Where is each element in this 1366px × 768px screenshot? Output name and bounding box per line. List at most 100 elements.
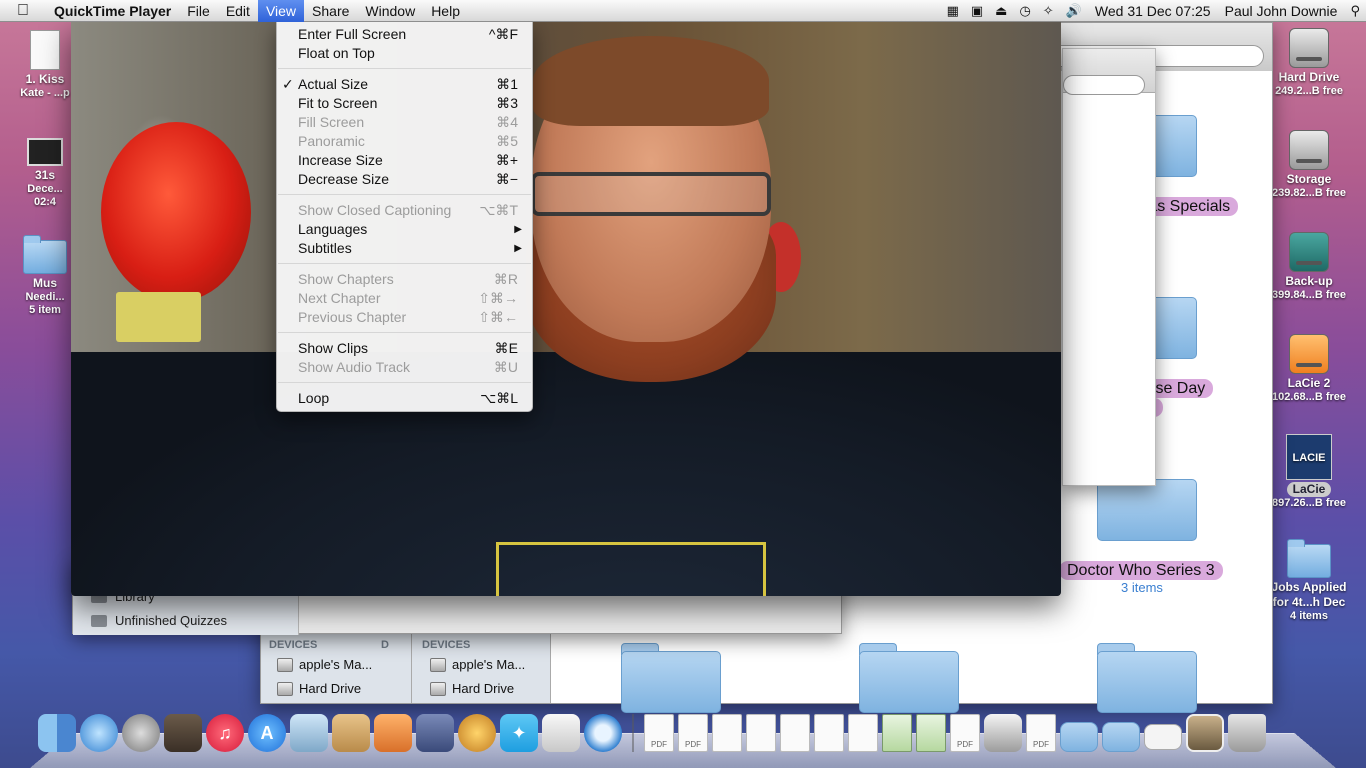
clock[interactable]: Wed 31 Dec 07:25 [1088, 3, 1218, 19]
video-frame-glasses [531, 172, 771, 216]
apple-menu-icon[interactable]:  [0, 2, 46, 20]
finder-icon[interactable] [38, 714, 76, 752]
quicktime-icon[interactable] [584, 714, 622, 752]
menu-item-actual-size[interactable]: ✓ Actual Size ⌘1 [277, 75, 532, 94]
free-space: 102.68...B free [1272, 391, 1346, 403]
menu-share[interactable]: Share [304, 0, 357, 22]
menu-help[interactable]: Help [423, 0, 468, 22]
preview-icon[interactable] [290, 714, 328, 752]
sidebar-item-apples-mac[interactable]: apple's Ma... [277, 657, 372, 672]
menu-item-label: Show Audio Track [298, 359, 411, 375]
spreadsheet-icon[interactable] [882, 714, 912, 752]
textedit-icon[interactable] [542, 714, 580, 752]
menu-view[interactable]: View [257, 0, 305, 22]
menu-item-label: Show Chapters [298, 271, 394, 287]
archive-utility-icon[interactable] [332, 714, 370, 752]
spreadsheet-icon[interactable] [916, 714, 946, 752]
desktop-drive-lacie-2[interactable]: LaCie 2 102.68...B free [1264, 334, 1354, 404]
free-space: 239.82...B free [1272, 187, 1346, 199]
desktop-drive-lacie[interactable]: LACIE LaCie 897.26...B free [1264, 434, 1354, 510]
document-icon[interactable] [780, 714, 810, 752]
firewire-drive-icon [1289, 334, 1329, 374]
folder-bottom-2[interactable] [859, 641, 959, 713]
document-icon[interactable] [712, 714, 742, 752]
launchpad-icon[interactable] [122, 714, 160, 752]
itunes-icon[interactable]: ♫ [206, 714, 244, 752]
pdf-document-icon[interactable]: PDF [950, 714, 980, 752]
ink-icon[interactable] [416, 714, 454, 752]
folder-bottom-1[interactable] [621, 641, 721, 713]
user-name[interactable]: Paul John Downie [1218, 3, 1345, 19]
volume-icon[interactable]: 🔊 [1060, 3, 1088, 19]
app-menu[interactable]: QuickTime Player [46, 0, 179, 22]
finder-window-mid[interactable] [1062, 48, 1156, 486]
menu-file[interactable]: File [179, 0, 218, 22]
finder-toolbar [1063, 49, 1155, 95]
menu-item-subtitles[interactable]: Subtitles ▶ [277, 239, 532, 258]
photo-booth-icon[interactable] [164, 714, 202, 752]
pdf-document-icon[interactable]: PDF [678, 714, 708, 752]
folder-label[interactable]: Doctor Who Series 3 [1059, 561, 1223, 580]
menu-item-float-on-top[interactable]: Float on Top [277, 44, 532, 63]
document-icon[interactable] [814, 714, 844, 752]
menu-item-shortcut: ⌘+ [495, 152, 518, 168]
menu-item-shortcut: ⌘− [495, 171, 518, 187]
calendar-icon[interactable]: ▦ [941, 3, 965, 19]
sidebar-item-apples-mac-2[interactable]: apple's Ma... [430, 657, 525, 672]
menu-item-shortcut: ⌘5 [496, 133, 518, 149]
menu-item-increase-size[interactable]: Increase Size ⌘+ [277, 151, 532, 170]
hard-drive-icon [277, 681, 293, 696]
desktop-folder-jobs-applied[interactable]: Jobs Applied for 4t...h Dec 4 items [1264, 539, 1354, 623]
document-icon[interactable] [848, 714, 878, 752]
eject-icon[interactable]: ⏏ [989, 3, 1013, 19]
sidebar-item-hard-drive-2[interactable]: Hard Drive [430, 681, 514, 696]
display-icon[interactable]: ▣ [965, 3, 989, 19]
app-store-icon[interactable]: A [248, 714, 286, 752]
sidebar-item-unfinished-quizzes[interactable]: Unfinished Quizzes [91, 613, 227, 628]
menu-item-fit-to-screen[interactable]: Fit to Screen ⌘3 [277, 94, 532, 113]
menu-window[interactable]: Window [357, 0, 423, 22]
trash-icon[interactable] [1228, 714, 1266, 752]
dock: ♫ A ✦ PDF PDF PDF PDF [0, 708, 1366, 768]
menu-item-show-chapters: Show Chapters ⌘R [277, 270, 532, 289]
pdf-document-icon[interactable]: PDF [1026, 714, 1056, 752]
menu-item-shortcut: ⌘U [493, 359, 518, 375]
menu-item-label: Loop [298, 390, 330, 406]
menu-item-panoramic: Panoramic ⌘5 [277, 132, 532, 151]
desktop-label: Jobs Applied [1271, 580, 1347, 594]
dock-icons: ♫ A ✦ PDF PDF PDF PDF [38, 714, 1266, 752]
spotlight-icon[interactable]: ⚲ [1344, 3, 1366, 19]
video-frame-lantern [101, 122, 251, 302]
menu-item-show-clips[interactable]: Show Clips ⌘E [277, 339, 532, 358]
sidebar-item-hard-drive[interactable]: Hard Drive [277, 681, 361, 696]
desktop-drive-back-up[interactable]: Back-up 399.84...B free [1264, 232, 1354, 302]
menu-edit[interactable]: Edit [218, 0, 258, 22]
folder-icon[interactable] [1102, 722, 1140, 752]
devices-header: DEVICES [269, 639, 318, 651]
bluetooth-icon[interactable]: ✧ [1037, 3, 1060, 19]
menu-item-decrease-size[interactable]: Decrease Size ⌘− [277, 170, 532, 189]
document-icon [30, 30, 60, 70]
quicktime-video-window[interactable] [71, 22, 1061, 596]
menu-item-loop[interactable]: Loop ⌥⌘L [277, 389, 532, 408]
time-machine-icon[interactable]: ◷ [1013, 3, 1036, 19]
desktop-drive-storage[interactable]: Storage 239.82...B free [1264, 130, 1354, 200]
photo-icon[interactable] [1186, 714, 1224, 752]
pdf-document-icon[interactable]: PDF [644, 714, 674, 752]
printer-icon[interactable] [984, 714, 1022, 752]
menu-item-languages[interactable]: Languages ▶ [277, 220, 532, 239]
folder-icon[interactable] [1060, 722, 1098, 752]
search-field[interactable] [1063, 75, 1145, 95]
mail-icon[interactable] [1144, 724, 1182, 750]
menu-item-enter-full-screen[interactable]: Enter Full Screen ^⌘F [277, 25, 532, 44]
menu-item-label: Decrease Size [298, 171, 390, 187]
desktop-drive-hard-drive[interactable]: Hard Drive 249.2...B free [1264, 28, 1354, 98]
pineapple-icon[interactable] [458, 714, 496, 752]
document-icon[interactable] [746, 714, 776, 752]
twitter-icon[interactable]: ✦ [500, 714, 538, 752]
menu-item-show-closed-captioning: Show Closed Captioning ⌥⌘T [277, 201, 532, 220]
folder-bottom-3[interactable] [1097, 641, 1197, 713]
menu-item-label: Subtitles [298, 240, 352, 256]
safari-icon[interactable] [80, 714, 118, 752]
keynote-icon[interactable] [374, 714, 412, 752]
